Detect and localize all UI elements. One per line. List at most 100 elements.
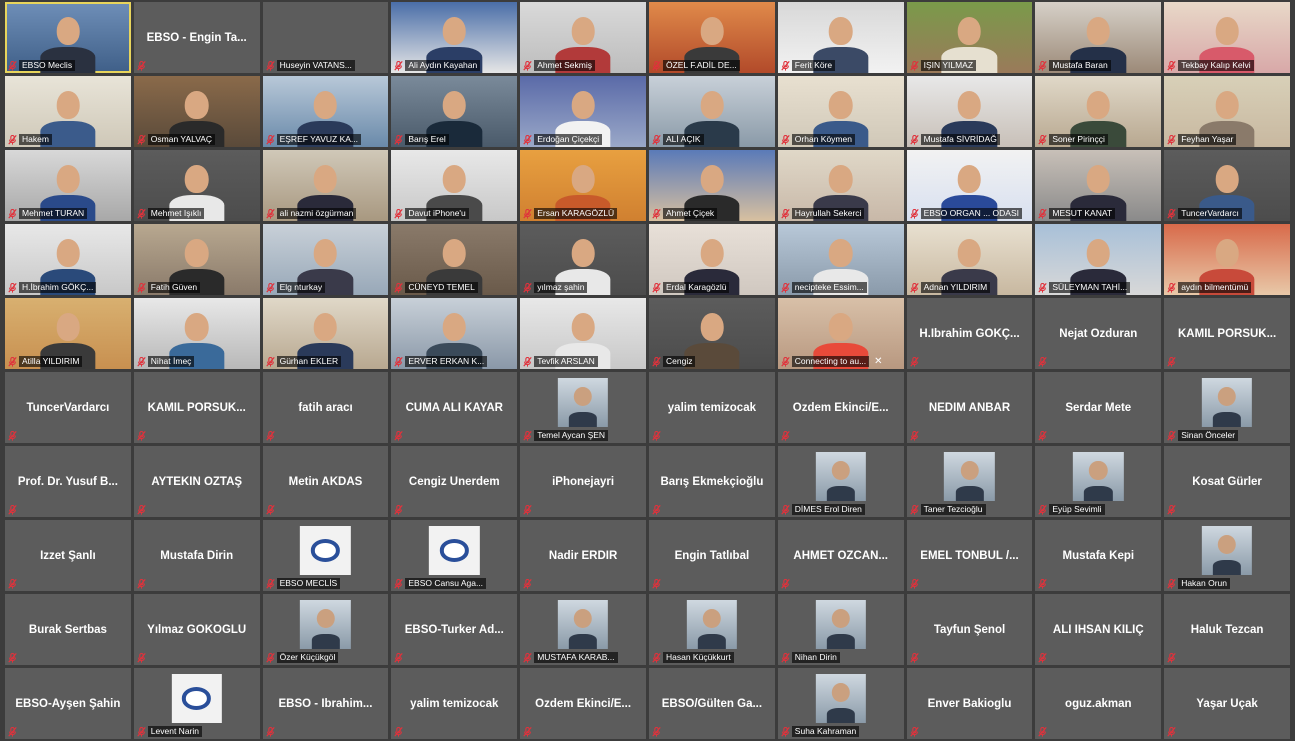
participant-tile[interactable]: Mehmet TURAN xyxy=(5,150,131,221)
participant-tile[interactable]: Nihat İmeç xyxy=(133,298,260,369)
participant-tile[interactable]: Yılmaz GÖKOĞLU xyxy=(133,594,260,665)
participant-tile[interactable]: KAMİL PORSUK... xyxy=(1164,298,1290,369)
participant-tile[interactable]: Enver Bakioglu xyxy=(906,668,1033,739)
participant-tile[interactable]: Fatih Güven xyxy=(133,224,260,295)
participant-tile[interactable]: Orhan Köymen xyxy=(777,76,904,147)
participant-tile[interactable]: Elg nturkay xyxy=(262,224,389,295)
participant-tile[interactable]: Gürhan EKLER xyxy=(262,298,389,369)
participant-tile[interactable]: MESUT KANAT xyxy=(1035,150,1162,221)
participant-tile[interactable]: CUMA ALİ KAYAR xyxy=(391,372,518,443)
participant-tile[interactable]: EBSO Cansu Aga... xyxy=(391,520,518,591)
participant-tile[interactable]: Ferit Köre xyxy=(777,2,904,73)
participant-tile[interactable]: DİMES Erol Diren xyxy=(777,446,904,517)
participant-tile[interactable]: KAMİL PORSUK... xyxy=(133,372,260,443)
close-icon[interactable]: ✕ xyxy=(874,356,882,367)
participant-tile[interactable]: EBSO/Gülten Ga... xyxy=(649,668,775,739)
participant-tile[interactable]: ERVER ERKAN K... xyxy=(391,298,518,369)
participant-tile[interactable]: Tayfun Şenol xyxy=(906,594,1033,665)
participant-tile[interactable]: AHMET ÖZCAN... xyxy=(777,520,904,591)
participant-tile[interactable]: yalim temizocak xyxy=(649,372,775,443)
participant-tile[interactable]: ALİ AÇIK xyxy=(649,76,775,147)
participant-tile[interactable]: Metin AKDAS xyxy=(262,446,389,517)
participant-tile[interactable]: EŞREF YAVUZ KA... xyxy=(262,76,389,147)
participant-tile[interactable]: Prof. Dr. Yusuf B... xyxy=(5,446,131,517)
participant-tile[interactable]: Mustafa Baran xyxy=(1035,2,1162,73)
participant-tile[interactable]: Sinan Önceler xyxy=(1164,372,1290,443)
participant-tile[interactable]: EMEL TONBUL /... xyxy=(906,520,1033,591)
participant-tile[interactable]: Suha Kahraman xyxy=(777,668,904,739)
participant-tile[interactable]: yılmaz şahin xyxy=(520,224,646,295)
participant-tile[interactable]: Ahmet Sekmiş xyxy=(520,2,646,73)
participant-tile[interactable]: Ersan KARAGÖZLÜ xyxy=(520,150,646,221)
participant-tile[interactable]: Eyüp Sevimli xyxy=(1035,446,1162,517)
participant-tile[interactable]: H.İbrahim GÖKÇ... xyxy=(5,224,131,295)
participant-tile[interactable]: Cengiz xyxy=(649,298,775,369)
participant-tile[interactable]: AYTEKİN ÖZTAŞ xyxy=(133,446,260,517)
participant-tile[interactable]: Connecting to au... ✕ xyxy=(777,298,904,369)
participant-tile[interactable]: Hakan Orun xyxy=(1164,520,1290,591)
participant-tile[interactable]: Mustafa Dirin xyxy=(133,520,260,591)
participant-tile[interactable]: ali nazmi özgürman xyxy=(262,150,389,221)
participant-tile[interactable]: Davut iPhone'u xyxy=(391,150,518,221)
participant-tile[interactable]: Özdem Ekinci/E... xyxy=(777,372,904,443)
participant-tile[interactable]: Hakem xyxy=(5,76,131,147)
participant-tile[interactable]: fatih aracı xyxy=(262,372,389,443)
participant-tile[interactable]: Hayrullah Sekerci xyxy=(777,150,904,221)
participant-tile[interactable]: Feyhan Yaşar xyxy=(1164,76,1290,147)
participant-tile[interactable]: necipteke Essim... xyxy=(777,224,904,295)
participant-tile[interactable]: Ali Aydın Kayahan xyxy=(391,2,518,73)
participant-tile[interactable]: Tevfik ARSLAN xyxy=(520,298,646,369)
participant-tile[interactable]: Taner Tezcioğlu xyxy=(906,446,1033,517)
participant-tile[interactable]: Adnan YILDIRIM xyxy=(906,224,1033,295)
participant-tile[interactable]: Levent Narin xyxy=(133,668,260,739)
participant-tile[interactable]: Haluk Tezcan xyxy=(1164,594,1290,665)
participant-tile[interactable]: Hasan Küçükkurt xyxy=(649,594,775,665)
participant-tile[interactable]: Cengiz Unerdem xyxy=(391,446,518,517)
participant-tile[interactable]: yalim temizocak xyxy=(391,668,518,739)
participant-tile[interactable]: EBSO - Engin Ta... xyxy=(133,2,260,73)
participant-tile[interactable]: Nihan Dirin xyxy=(777,594,904,665)
participant-tile[interactable]: Barış Erel xyxy=(391,76,518,147)
participant-tile[interactable]: EBSO-Turker Ad... xyxy=(391,594,518,665)
participant-tile[interactable]: ÖZEL F.ADİL DE... xyxy=(649,2,775,73)
participant-tile[interactable]: Mustafa SİVRİDAĞ xyxy=(906,76,1033,147)
participant-tile[interactable]: TuncerVardarcı xyxy=(5,372,131,443)
participant-tile[interactable]: Nejat Özduran xyxy=(1035,298,1162,369)
participant-tile[interactable]: Yaşar Uçak xyxy=(1164,668,1290,739)
participant-tile[interactable]: Erdoğan Çiçekçi xyxy=(520,76,646,147)
participant-tile[interactable]: EBSO MECLİS xyxy=(262,520,389,591)
participant-tile[interactable]: EBSO-Ayşen Şahin xyxy=(5,668,131,739)
participant-tile[interactable]: H.İbrahim GÖKÇ... xyxy=(906,298,1033,369)
participant-tile[interactable]: Kosat Gürler xyxy=(1164,446,1290,517)
participant-tile[interactable]: Barış Ekmekçioğlu xyxy=(649,446,775,517)
participant-tile[interactable]: Huseyin VATANS... xyxy=(262,2,389,73)
participant-tile[interactable]: EBSO Meclis xyxy=(5,2,131,73)
participant-tile[interactable]: Burak Sertbas xyxy=(5,594,131,665)
participant-tile[interactable]: ALİ İHSAN KILIÇ xyxy=(1035,594,1162,665)
participant-tile[interactable]: Mustafa Kepi xyxy=(1035,520,1162,591)
participant-tile[interactable]: iPhonejayri xyxy=(520,446,646,517)
participant-tile[interactable]: Özer Küçükgöl xyxy=(262,594,389,665)
participant-tile[interactable]: Tekbay Kalıp Kelvi xyxy=(1164,2,1290,73)
participant-tile[interactable]: Atilla YILDIRIM xyxy=(5,298,131,369)
participant-tile[interactable]: EBSO ORGAN ... ODASI xyxy=(906,150,1033,221)
participant-tile[interactable]: Mehmet Işıklı xyxy=(133,150,260,221)
participant-tile[interactable]: Soner Pirinççi xyxy=(1035,76,1162,147)
participant-tile[interactable]: Özdem Ekinci/E... xyxy=(520,668,646,739)
participant-tile[interactable]: EBSO - İbrahim... xyxy=(262,668,389,739)
participant-tile[interactable]: Temel Aycan ŞEN xyxy=(520,372,646,443)
participant-tile[interactable]: CÜNEYD TEMEL xyxy=(391,224,518,295)
participant-tile[interactable]: MUSTAFA KARAB... xyxy=(520,594,646,665)
participant-tile[interactable]: Nadir ERDİR xyxy=(520,520,646,591)
participant-tile[interactable]: Engin Tatlıbal xyxy=(649,520,775,591)
participant-tile[interactable]: Ahmet Çiçek xyxy=(649,150,775,221)
participant-tile[interactable]: oguz.akman xyxy=(1035,668,1162,739)
participant-tile[interactable]: aydın bilmentümü xyxy=(1164,224,1290,295)
participant-tile[interactable]: Serdar Mete xyxy=(1035,372,1162,443)
participant-tile[interactable]: İzzet Şanlı xyxy=(5,520,131,591)
participant-tile[interactable]: IŞIN YILMAZ xyxy=(906,2,1033,73)
participant-tile[interactable]: TuncerVardarcı xyxy=(1164,150,1290,221)
participant-tile[interactable]: SÜLEYMAN TAHİ... xyxy=(1035,224,1162,295)
participant-tile[interactable]: Erdal Karagözlü xyxy=(649,224,775,295)
participant-tile[interactable]: NEDİM ANBAR xyxy=(906,372,1033,443)
